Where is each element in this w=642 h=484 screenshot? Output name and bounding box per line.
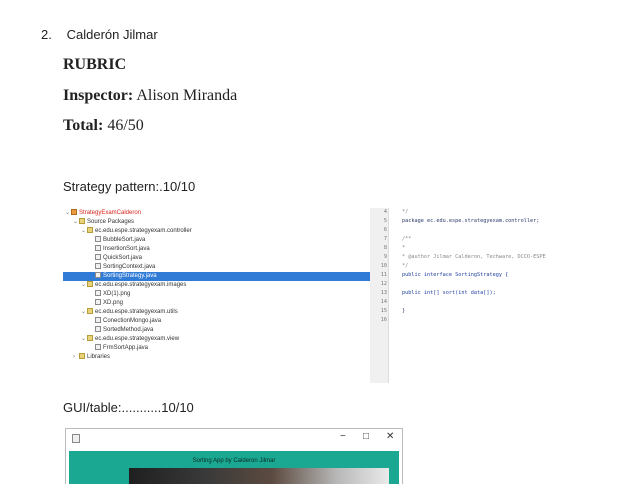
tree-package-utils: ⌄ ec.edu.espe.strategyexam.utils [81, 308, 178, 315]
code-editor-screenshot: 4 5 6 7 8 9 10 11 12 13 14 15 16 */ pack… [370, 208, 610, 383]
line-number: 13 [380, 290, 387, 296]
tree-file: FrmSortApp.java [95, 344, 405, 353]
line-number: 4 [383, 209, 387, 215]
tree-file: SortingContext.java [95, 263, 405, 272]
line-number: 14 [380, 299, 387, 305]
inspector-line: Inspector: Alison Miranda [63, 87, 237, 105]
java-file-icon [95, 254, 101, 261]
image-file-icon [95, 299, 101, 306]
rubric-heading: RUBRIC [63, 56, 127, 73]
tree-package-images: ⌄ ec.edu.espe.strategyexam.images [81, 281, 187, 288]
total-label: Total: [63, 117, 104, 134]
code-line: */ [402, 209, 409, 215]
tree-file: BubbleSort.java [95, 236, 405, 245]
project-icon [71, 209, 77, 216]
line-number: 7 [383, 236, 387, 242]
code-line: package ec.edu.espe.strategyexam.control… [402, 218, 540, 224]
line-number: 10 [380, 263, 387, 269]
tree-file: InsertionSort.java [95, 245, 405, 254]
package-icon [87, 281, 93, 288]
list-number: 2. [41, 27, 52, 42]
inspector-value: Alison Miranda [136, 87, 238, 104]
code-line: public int[] sort(int data[]); [402, 290, 496, 296]
total-value: 46/50 [107, 117, 144, 134]
line-number: 15 [380, 308, 387, 314]
java-file-icon [95, 263, 101, 270]
line-number: 5 [383, 218, 387, 224]
code-line: } [402, 308, 406, 314]
window-titlebar: − □ ✕ [66, 429, 402, 449]
java-file-icon [95, 326, 101, 333]
line-number: 16 [380, 317, 387, 323]
app-icon [72, 434, 80, 443]
student-name: Calderón Jilmar [66, 27, 158, 42]
tree-libraries: › Libraries [73, 353, 111, 360]
tree-file: XD.png [95, 299, 405, 308]
java-file-icon [95, 317, 101, 324]
tree-source-packages: ⌄ Source Packages [73, 218, 135, 225]
line-number: 9 [383, 254, 387, 260]
line-number: 8 [383, 245, 387, 251]
banner-title: Sorting App by Calderon Jilmar [192, 458, 276, 464]
tree-package-view: ⌄ ec.edu.espe.strategyexam.view [81, 335, 180, 342]
tree-file: QuickSort.java [95, 254, 405, 263]
tree-file-selected: SortingStrategy.java [63, 272, 373, 281]
tree-package-controller: ⌄ ec.edu.espe.strategyexam.controller [81, 227, 192, 234]
folder-icon [79, 353, 85, 360]
banner-image [129, 468, 389, 484]
total-line: Total: 46/50 [63, 117, 144, 135]
inspector-label: Inspector: [63, 87, 134, 104]
java-file-icon [95, 236, 101, 243]
tree-file: SortedMethod.java [95, 326, 405, 335]
code-line: public interface SortingStrategy { [402, 272, 509, 278]
package-icon [87, 335, 93, 342]
code-line: * [402, 245, 406, 251]
app-window-screenshot: − □ ✕ Sorting App by Calderon Jilmar [65, 428, 403, 484]
java-file-icon [95, 245, 101, 252]
java-file-icon [95, 344, 101, 351]
line-number: 12 [380, 281, 387, 287]
code-line: /** [402, 236, 412, 242]
close-button[interactable]: ✕ [386, 431, 394, 442]
list-item-2: 2. Calderón Jilmar [41, 27, 158, 42]
strategy-section-label: Strategy pattern:.10/10 [63, 179, 196, 194]
tree-file: XD(1).png [95, 290, 405, 299]
line-number: 6 [383, 227, 387, 233]
folder-icon [79, 218, 85, 225]
maximize-button[interactable]: □ [363, 431, 369, 442]
package-icon [87, 308, 93, 315]
minimize-button[interactable]: − [340, 431, 346, 442]
project-tree-screenshot: ⌄ StrategyExamCalderon ⌄ Source Packages ⌄… [63, 208, 374, 383]
image-file-icon [95, 290, 101, 297]
tree-project: ⌄ StrategyExamCalderon [65, 209, 142, 216]
line-number: 11 [380, 272, 387, 278]
package-icon [87, 227, 93, 234]
gui-section-label: GUI/table:...........10/10 [63, 400, 194, 415]
code-line: */ [402, 263, 409, 269]
app-banner: Sorting App by Calderon Jilmar [69, 451, 399, 484]
tree-file: ConectionMongo.java [95, 317, 405, 326]
java-file-icon [95, 272, 101, 279]
code-line: * @author Jilmar Calderon, Techware, DCC… [402, 254, 546, 260]
